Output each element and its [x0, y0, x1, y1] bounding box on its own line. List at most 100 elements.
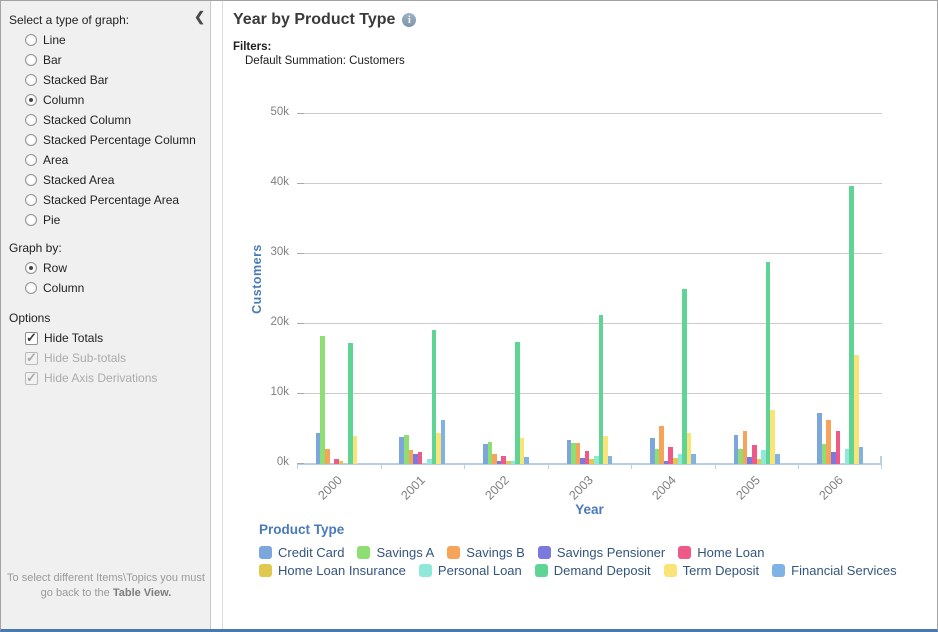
- graph-type-stacked-area[interactable]: Stacked Area: [25, 172, 114, 188]
- graph-by-row[interactable]: Row: [25, 260, 67, 276]
- graph-type-line[interactable]: Line: [25, 32, 66, 48]
- bar-home-loan-insurance-2000[interactable]: [339, 461, 344, 465]
- x-axis-tick: [548, 464, 549, 469]
- collapse-sidebar-icon[interactable]: ❮: [194, 9, 205, 25]
- legend-title: Product Type: [259, 522, 910, 537]
- radio-column[interactable]: [25, 282, 37, 294]
- bar-group-2003: [548, 315, 632, 464]
- bar-savings-b-2004[interactable]: [659, 426, 664, 464]
- bar-savings-b-2000[interactable]: [325, 449, 330, 464]
- option-label: Hide Totals: [44, 331, 103, 345]
- legend-swatch-home-loan-insurance: [259, 564, 272, 577]
- x-axis-tick: [715, 464, 716, 469]
- graph-type-stacked-percentage-area[interactable]: Stacked Percentage Area: [25, 192, 179, 208]
- x-tick-label-2000: 2000: [315, 473, 345, 503]
- bar-group-2006: [798, 186, 882, 464]
- bar-group-2002: [464, 342, 548, 465]
- footer-note-line1: To select different Items\Topics you mus…: [1, 571, 211, 586]
- option-hide-axis-derivations: Hide Axis Derivations: [25, 370, 157, 386]
- graph-type-label: Bar: [43, 53, 62, 67]
- radio-pie[interactable]: [25, 214, 37, 226]
- graph-type-section-label: Select a type of graph:: [9, 13, 129, 27]
- legend-swatch-credit-card: [259, 546, 272, 559]
- graph-type-label: Line: [43, 33, 66, 47]
- y-tick-50k: [297, 113, 304, 114]
- radio-stacked-percentage-area[interactable]: [25, 194, 37, 206]
- table-view-link[interactable]: Table View.: [113, 587, 172, 599]
- option-hide-sub-totals: Hide Sub-totals: [25, 350, 126, 366]
- legend-item-savings-pensioner: Savings Pensioner: [538, 545, 665, 560]
- radio-bar[interactable]: [25, 54, 37, 66]
- graph-type-pie[interactable]: Pie: [25, 212, 60, 228]
- legend-swatch-personal-loan: [419, 564, 432, 577]
- x-axis-tick: [297, 464, 298, 469]
- y-tick-label-50k: 50k: [239, 106, 289, 118]
- bar-financial-services-2006[interactable]: [859, 447, 864, 465]
- legend-swatch-savings-a: [357, 546, 370, 559]
- graph-type-column[interactable]: Column: [25, 92, 84, 108]
- options-section-label: Options: [9, 311, 50, 325]
- title-row: Year by Product Type i: [233, 11, 416, 29]
- gridline-50k: [297, 113, 882, 114]
- y-tick-20k: [297, 323, 304, 324]
- info-icon[interactable]: i: [402, 13, 416, 27]
- graph-type-label: Stacked Area: [43, 173, 114, 187]
- radio-line[interactable]: [25, 34, 37, 46]
- x-tick-label-2003: 2003: [566, 473, 596, 503]
- legend-label: Savings Pensioner: [557, 545, 665, 560]
- legend-label: Savings A: [376, 545, 434, 560]
- bar-home-loan-2001[interactable]: [418, 452, 423, 464]
- bar-group-2000: [297, 336, 381, 464]
- legend-label: Savings B: [466, 545, 525, 560]
- graph-by-label: Row: [43, 261, 67, 275]
- legend-swatch-demand-deposit: [535, 564, 548, 577]
- option-hide-totals[interactable]: Hide Totals: [25, 330, 103, 346]
- graph-type-label: Stacked Bar: [43, 73, 108, 87]
- legend-item-savings-a: Savings A: [357, 545, 434, 560]
- y-tick-label-0k: 0k: [239, 456, 289, 468]
- legend-item-home-loan: Home Loan: [678, 545, 764, 560]
- bar-group-2001: [381, 330, 465, 464]
- checkbox-hide-totals[interactable]: [25, 332, 38, 345]
- radio-row[interactable]: [25, 262, 37, 274]
- x-tick-label-2005: 2005: [733, 473, 763, 503]
- x-tick-label-2004: 2004: [649, 473, 679, 503]
- graph-type-area[interactable]: Area: [25, 152, 68, 168]
- graph-type-bar[interactable]: Bar: [25, 52, 62, 68]
- legend-swatch-term-deposit: [664, 564, 677, 577]
- legend-item-personal-loan: Personal Loan: [419, 563, 522, 578]
- radio-stacked-percentage-column[interactable]: [25, 134, 37, 146]
- bar-term-deposit-2000[interactable]: [353, 436, 358, 464]
- bar-financial-services-2003[interactable]: [608, 456, 613, 464]
- bar-financial-services-2005[interactable]: [775, 454, 780, 465]
- bar-savings-a-2000[interactable]: [320, 336, 325, 464]
- bar-financial-services-2001[interactable]: [441, 420, 446, 464]
- graph-type-stacked-column[interactable]: Stacked Column: [25, 112, 131, 128]
- chart-legend: Product Type Credit CardSavings ASavings…: [259, 522, 910, 580]
- graph-by-column[interactable]: Column: [25, 280, 84, 296]
- x-axis-tick: [798, 464, 799, 469]
- radio-column[interactable]: [25, 94, 37, 106]
- legend-item-demand-deposit: Demand Deposit: [535, 563, 651, 578]
- graph-type-label: Column: [43, 93, 84, 107]
- legend-row-1: Credit CardSavings ASavings BSavings Pen…: [259, 544, 910, 561]
- legend-label: Personal Loan: [438, 563, 522, 578]
- bar-home-loan-2006[interactable]: [836, 431, 841, 464]
- y-tick-30k: [297, 253, 304, 254]
- radio-stacked-area[interactable]: [25, 174, 37, 186]
- graph-type-label: Stacked Column: [43, 113, 131, 127]
- y-tick-label-20k: 20k: [239, 316, 289, 328]
- bar-financial-services-2002[interactable]: [524, 457, 529, 464]
- graph-type-label: Stacked Percentage Column: [43, 133, 196, 147]
- legend-label: Financial Services: [791, 563, 897, 578]
- option-label: Hide Sub-totals: [44, 351, 126, 365]
- graph-by-label: Column: [43, 281, 84, 295]
- radio-stacked-column[interactable]: [25, 114, 37, 126]
- graph-type-stacked-bar[interactable]: Stacked Bar: [25, 72, 108, 88]
- bar-financial-services-2004[interactable]: [691, 454, 696, 464]
- graph-type-stacked-percentage-column[interactable]: Stacked Percentage Column: [25, 132, 196, 148]
- x-axis-title: Year: [297, 502, 882, 517]
- radio-area[interactable]: [25, 154, 37, 166]
- gridline-40k: [297, 183, 882, 184]
- radio-stacked-bar[interactable]: [25, 74, 37, 86]
